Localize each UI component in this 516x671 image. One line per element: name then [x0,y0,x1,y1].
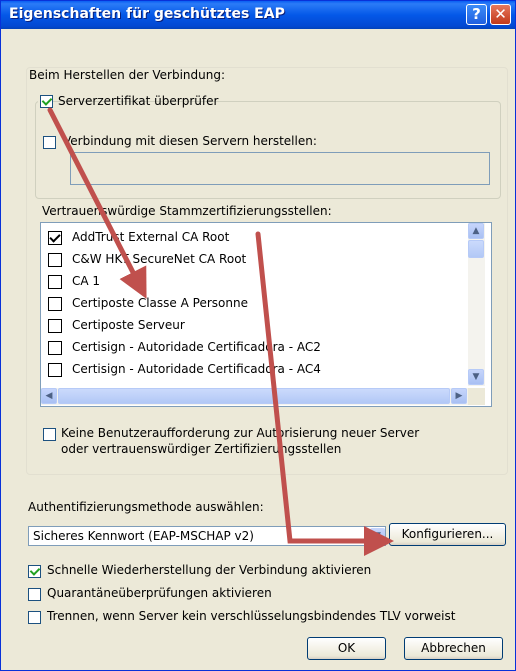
verify-cert-legend: Serverzertifikat überprüfer [38,92,218,110]
ok-button[interactable]: OK [307,637,386,660]
ca-list[interactable]: AddTrust External CA Root C&W HKT Secure… [40,222,492,407]
no-prompt-label-line1[interactable]: Keine Benutzeraufforderung zur Autorisie… [61,426,419,440]
scroll-corner [468,388,485,405]
auth-method-select[interactable]: Sicheres Kennwort (EAP-MSCHAP v2) ▼ [28,526,386,546]
ca-list-item[interactable]: AddTrust External CA Root [41,227,461,249]
disconnect-tlv-label[interactable]: Trennen, wenn Server kein verschlüsselun… [47,609,455,623]
auth-method-value: Sicheres Kennwort (EAP-MSCHAP v2) [33,529,254,543]
horizontal-scroll-thumb[interactable] [58,388,450,404]
ca-checkbox[interactable] [48,275,62,289]
connect-servers-label[interactable]: Verbindung mit diesen Servern herstellen… [63,134,317,148]
ca-checkbox[interactable] [48,341,62,355]
scroll-left-icon[interactable]: ◀ [41,388,57,404]
ca-checkbox[interactable] [48,231,62,245]
fast-reconnect-label[interactable]: Schnelle Wiederherstellung der Verbindun… [47,563,371,577]
no-prompt-label-line2[interactable]: oder vertrauenswürdiger Zertifizierungss… [61,442,341,456]
ca-checkbox[interactable] [48,319,62,333]
ca-list-item[interactable]: Certisign - Autoridade Certificadora - A… [41,337,461,359]
close-icon: ✕ [494,5,507,23]
server-names-input[interactable] [70,152,490,185]
no-prompt-checkbox[interactable] [43,428,56,441]
vertical-scroll-thumb[interactable] [468,240,484,258]
connection-heading: Beim Herstellen der Verbindung: [29,68,225,82]
ca-list-item[interactable]: Certiposte Serveur [41,315,461,337]
scroll-right-icon[interactable]: ▶ [451,388,467,404]
disconnect-tlv-checkbox[interactable] [28,611,41,624]
ca-list-item[interactable]: Certiposte Classe A Personne [41,293,461,315]
quarantine-checkbox[interactable] [28,588,41,601]
quarantine-label[interactable]: Quarantäneüberprüfungen aktivieren [47,586,272,600]
ca-list-item[interactable]: CA 1 [41,271,461,293]
ca-list-item[interactable]: Certisign - Autoridade Certificadora - A… [41,359,461,381]
help-icon: ? [472,5,481,23]
scroll-up-icon[interactable]: ▲ [468,223,484,239]
cancel-button[interactable]: Abbrechen [404,637,503,660]
scroll-down-icon[interactable]: ▼ [468,369,484,385]
horizontal-scrollbar[interactable]: ◀ ▶ [41,388,468,405]
ca-checkbox[interactable] [48,363,62,377]
title-bar[interactable]: Eigenschaften für geschütztes EAP ? ✕ [1,1,515,29]
window-title: Eigenschaften für geschütztes EAP [9,6,285,22]
fast-reconnect-checkbox[interactable] [28,565,41,578]
verify-cert-checkbox[interactable] [40,95,53,108]
trusted-ca-heading: Vertrauenswürdige Stammzertifizierungsst… [42,204,332,218]
ca-list-item[interactable]: C&W HKT SecureNet CA Root [41,249,461,271]
chevron-down-icon[interactable]: ▼ [370,528,385,544]
vertical-scrollbar[interactable]: ▲ ▼ [468,223,485,386]
connect-servers-checkbox[interactable] [43,136,56,149]
ca-checkbox[interactable] [48,297,62,311]
ca-checkbox[interactable] [48,253,62,267]
help-button[interactable]: ? [466,4,487,25]
configure-button[interactable]: Konfigurieren... [389,523,506,546]
auth-method-heading: Authentifizierungsmethode auswählen: [28,500,264,514]
close-button[interactable]: ✕ [490,4,511,25]
